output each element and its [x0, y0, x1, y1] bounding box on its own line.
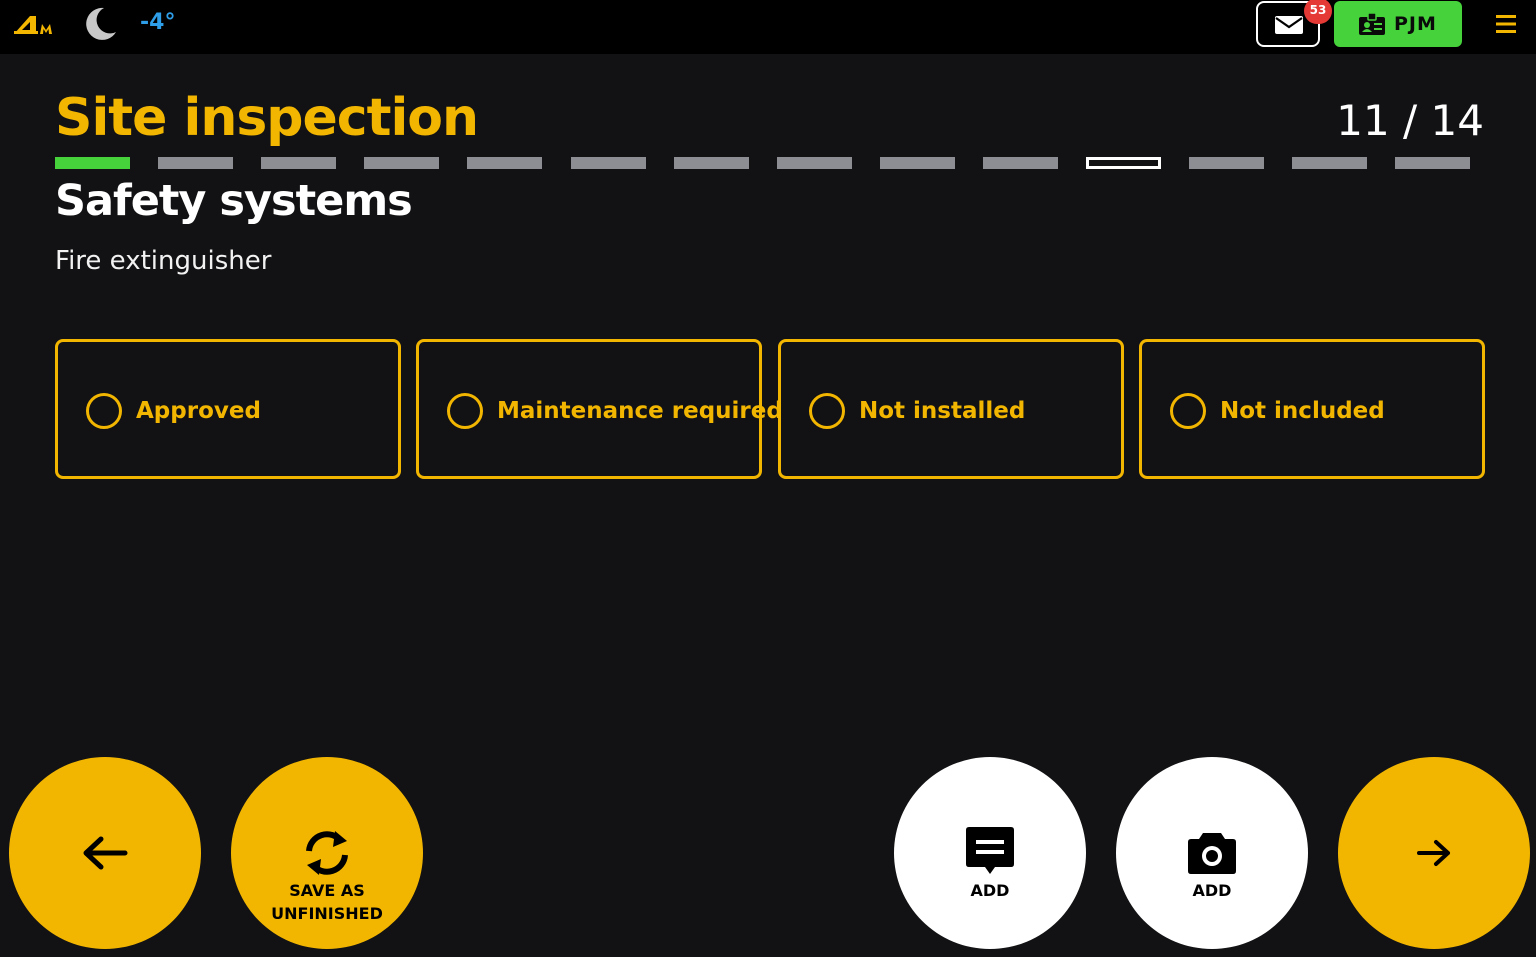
temperature-label: -4°: [140, 10, 176, 35]
question-text: Fire extinguisher: [55, 246, 272, 276]
progress-step-10: [983, 157, 1058, 169]
page-title: Site inspection: [55, 88, 479, 148]
user-initials: PJM: [1394, 13, 1437, 35]
progress-step-4: [364, 157, 439, 169]
progress-step-9: [880, 157, 955, 169]
save-label-line1: SAVE AS: [289, 881, 365, 900]
option-label: Approved: [136, 398, 261, 424]
hamburger-menu-icon[interactable]: [1494, 12, 1518, 36]
arrow-left-icon: [83, 836, 128, 870]
radio-circle[interactable]: [86, 393, 122, 429]
progress-step-12: [1189, 157, 1264, 169]
arrow-right-icon: [1417, 840, 1450, 866]
back-button[interactable]: [9, 757, 201, 949]
option-approved[interactable]: Approved: [55, 339, 401, 479]
radio-circle[interactable]: [809, 393, 845, 429]
next-button[interactable]: [1338, 757, 1530, 949]
progress-indicator: [55, 157, 1470, 170]
app-logo[interactable]: [12, 12, 62, 38]
section-title: Safety systems: [55, 176, 413, 226]
option-label: Maintenance required: [497, 398, 783, 424]
progress-step-8: [777, 157, 852, 169]
add-photo-button[interactable]: ADD: [1116, 757, 1308, 949]
moon-icon: [86, 7, 116, 40]
id-badge-icon: [1359, 12, 1385, 35]
step-counter: 11 / 14: [1336, 96, 1484, 145]
radio-circle[interactable]: [447, 393, 483, 429]
radio-circle[interactable]: [1170, 393, 1206, 429]
option-maintenance-required[interactable]: Maintenance required: [416, 339, 783, 479]
progress-step-5: [467, 157, 542, 169]
unread-count-badge: 53: [1304, 0, 1332, 24]
user-profile-button[interactable]: PJM: [1334, 1, 1462, 47]
add-photo-label: ADD: [1192, 881, 1232, 900]
option-label: Not included: [1220, 398, 1385, 424]
progress-step-11: [1086, 157, 1161, 169]
progress-step-6: [571, 157, 646, 169]
add-comment-label: ADD: [970, 881, 1010, 900]
sync-icon: [306, 831, 348, 875]
option-not-included[interactable]: Not included: [1139, 339, 1485, 479]
progress-step-3: [261, 157, 336, 169]
option-label: Not installed: [859, 398, 1026, 424]
progress-step-7: [674, 157, 749, 169]
comment-icon: [966, 827, 1014, 874]
save-label-line2: UNFINISHED: [271, 904, 383, 923]
option-not-installed[interactable]: Not installed: [778, 339, 1124, 479]
progress-step-14: [1395, 157, 1470, 169]
top-bar: -4° 53 PJM: [0, 0, 1536, 54]
save-as-unfinished-button[interactable]: SAVE AS UNFINISHED: [231, 757, 423, 949]
add-comment-button[interactable]: ADD: [894, 757, 1086, 949]
progress-step-2: [158, 157, 233, 169]
camera-icon: [1188, 833, 1236, 874]
progress-step-13: [1292, 157, 1367, 169]
progress-step-1: [55, 157, 130, 169]
envelope-icon: [1275, 16, 1303, 34]
